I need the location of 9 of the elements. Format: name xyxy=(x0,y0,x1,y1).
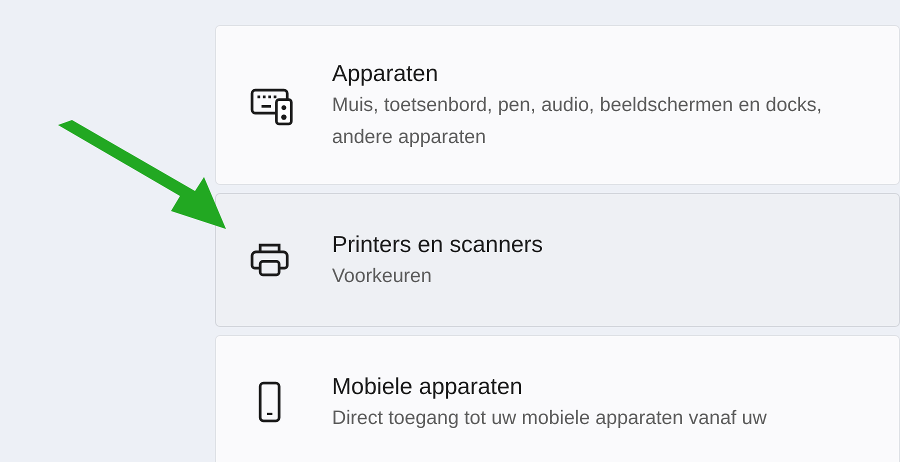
settings-card[interactable]: Apparaten Muis, toetsenbord, pen, audio, beeldschermen en docks, andere apparaten xyxy=(215,25,900,185)
card-description: Direct toegang tot uw mobiele apparaten vanaf uw xyxy=(332,406,768,431)
settings-card[interactable]: Mobiele apparaten Direct toegang tot uw mobiele apparaten vanaf uw xyxy=(215,335,900,462)
card-title: Mobiele apparaten xyxy=(332,372,524,401)
card-title: Printers en scanners xyxy=(332,230,544,259)
card-description: Muis, toetsenbord, pen, audio, beeldschermen en docks, andere apparaten xyxy=(332,93,822,150)
card-description: Voorkeuren xyxy=(332,264,433,289)
card-title: Apparaten xyxy=(332,59,440,88)
settings-card[interactable]: Printers en scanners Voorkeuren xyxy=(215,193,900,327)
